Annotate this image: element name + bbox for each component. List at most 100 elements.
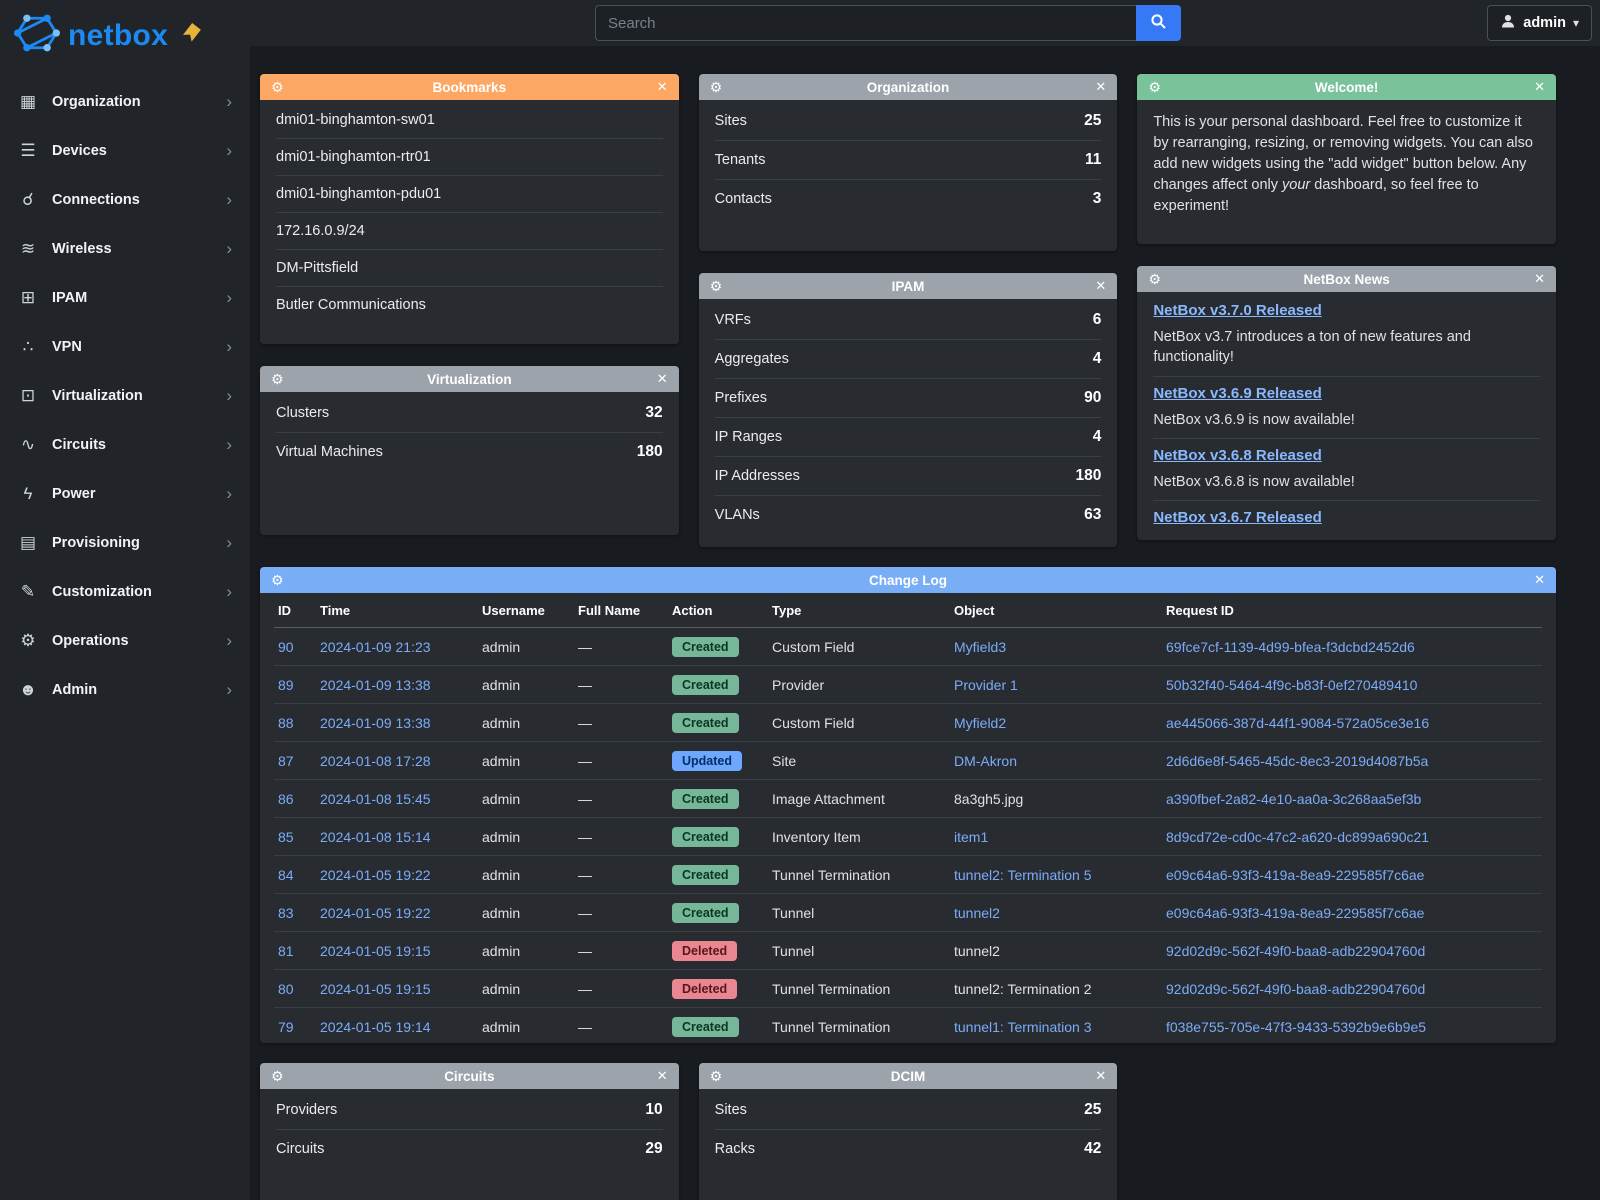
stat-label[interactable]: VLANs xyxy=(715,507,760,523)
close-icon[interactable]: ✕ xyxy=(657,371,668,387)
stat-label[interactable]: Circuits xyxy=(276,1141,324,1157)
ipam-widget-header[interactable]: ⚙ IPAM ✕ xyxy=(699,273,1118,299)
change-request-id-link[interactable]: 69fce7cf-1139-4d99-bfea-f3dcbd2452d6 xyxy=(1166,639,1415,655)
news-link[interactable]: NetBox v3.6.9 Released xyxy=(1153,385,1321,402)
netbox-news-widget-header[interactable]: ⚙ NetBox News ✕ xyxy=(1137,266,1556,292)
bookmark-item[interactable]: DM-Pittsfield xyxy=(276,250,663,287)
close-icon[interactable]: ✕ xyxy=(1095,1068,1106,1084)
change-id-link[interactable]: 89 xyxy=(278,677,294,693)
gear-icon[interactable]: ⚙ xyxy=(271,572,284,589)
change-time-link[interactable]: 2024-01-05 19:14 xyxy=(320,1019,431,1035)
change-request-id-link[interactable]: ae445066-387d-44f1-9084-572a05ce3e16 xyxy=(1166,715,1429,731)
change-request-id-link[interactable]: a390fbef-2a82-4e10-aa0a-3c268aa5ef3b xyxy=(1166,791,1421,807)
sidebar-item-customization[interactable]: ✎ Customization › xyxy=(0,567,250,616)
change-id-link[interactable]: 86 xyxy=(278,791,294,807)
gear-icon[interactable]: ⚙ xyxy=(1148,271,1161,288)
close-icon[interactable]: ✕ xyxy=(1095,278,1106,294)
change-id-link[interactable]: 88 xyxy=(278,715,294,731)
change-id-link[interactable]: 83 xyxy=(278,905,294,921)
sidebar-item-vpn[interactable]: ∴ VPN › xyxy=(0,322,250,371)
news-link[interactable]: NetBox v3.7.0 Released xyxy=(1153,302,1321,319)
changelog-widget-header[interactable]: ⚙ Change Log ✕ xyxy=(260,567,1556,593)
change-id-link[interactable]: 87 xyxy=(278,753,294,769)
stat-label[interactable]: IP Addresses xyxy=(715,468,800,484)
change-id-link[interactable]: 84 xyxy=(278,867,294,883)
change-object[interactable]: tunnel1: Termination 3 xyxy=(954,1019,1092,1035)
change-request-id-link[interactable]: 92d02d9c-562f-49f0-baa8-adb22904760d xyxy=(1166,981,1425,997)
stat-label[interactable]: Sites xyxy=(715,113,747,129)
virtualization-widget-header[interactable]: ⚙ Virtualization ✕ xyxy=(260,366,679,392)
change-object[interactable]: Myfield2 xyxy=(954,715,1006,731)
gear-icon[interactable]: ⚙ xyxy=(710,79,723,96)
bookmarks-widget-header[interactable]: ⚙ Bookmarks ✕ xyxy=(260,74,679,100)
netbox-logo[interactable]: netbox xyxy=(0,0,250,77)
sidebar-item-power[interactable]: ϟ Power › xyxy=(0,469,250,518)
change-time-link[interactable]: 2024-01-05 19:15 xyxy=(320,943,431,959)
dcim-widget-header[interactable]: ⚙ DCIM ✕ xyxy=(699,1063,1118,1089)
change-time-link[interactable]: 2024-01-05 19:22 xyxy=(320,867,431,883)
bookmark-item[interactable]: 172.16.0.9/24 xyxy=(276,213,663,250)
change-time-link[interactable]: 2024-01-09 21:23 xyxy=(320,639,431,655)
sidebar-item-provisioning[interactable]: ▤ Provisioning › xyxy=(0,518,250,567)
search-button[interactable] xyxy=(1136,5,1181,41)
change-request-id-link[interactable]: f038e755-705e-47f3-9433-5392b9e6b9e5 xyxy=(1166,1019,1426,1035)
circuits-widget-header[interactable]: ⚙ Circuits ✕ xyxy=(260,1063,679,1089)
change-object[interactable]: DM-Akron xyxy=(954,753,1017,769)
stat-label[interactable]: Racks xyxy=(715,1141,755,1157)
change-time-link[interactable]: 2024-01-08 15:45 xyxy=(320,791,431,807)
close-icon[interactable]: ✕ xyxy=(657,79,668,95)
sidebar-item-devices[interactable]: ☰ Devices › xyxy=(0,126,250,175)
change-object[interactable]: Provider 1 xyxy=(954,677,1018,693)
sidebar-item-organization[interactable]: ▦ Organization › xyxy=(0,77,250,126)
change-object[interactable]: item1 xyxy=(954,829,988,845)
sidebar-item-virtualization[interactable]: ⊡ Virtualization › xyxy=(0,371,250,420)
stat-label[interactable]: Contacts xyxy=(715,191,772,207)
sidebar-item-connections[interactable]: ☌ Connections › xyxy=(0,175,250,224)
stat-label[interactable]: Virtual Machines xyxy=(276,444,383,460)
stat-label[interactable]: VRFs xyxy=(715,312,751,328)
change-id-link[interactable]: 80 xyxy=(278,981,294,997)
user-menu[interactable]: admin ▾ xyxy=(1487,5,1592,41)
change-object[interactable]: Myfield3 xyxy=(954,639,1006,655)
stat-label[interactable]: Tenants xyxy=(715,152,766,168)
sidebar-item-ipam[interactable]: ⊞ IPAM › xyxy=(0,273,250,322)
gear-icon[interactable]: ⚙ xyxy=(271,1068,284,1085)
close-icon[interactable]: ✕ xyxy=(1534,572,1545,588)
news-link[interactable]: NetBox v3.6.7 Released xyxy=(1153,509,1321,526)
gear-icon[interactable]: ⚙ xyxy=(271,371,284,388)
stat-label[interactable]: Prefixes xyxy=(715,390,767,406)
sidebar-item-circuits[interactable]: ∿ Circuits › xyxy=(0,420,250,469)
change-request-id-link[interactable]: 8d9cd72e-cd0c-47c2-a620-dc899a690c21 xyxy=(1166,829,1429,845)
change-id-link[interactable]: 79 xyxy=(278,1019,294,1035)
change-id-link[interactable]: 85 xyxy=(278,829,294,845)
gear-icon[interactable]: ⚙ xyxy=(710,278,723,295)
change-time-link[interactable]: 2024-01-05 19:22 xyxy=(320,905,431,921)
search-input[interactable] xyxy=(595,5,1136,41)
close-icon[interactable]: ✕ xyxy=(1534,79,1545,95)
change-time-link[interactable]: 2024-01-09 13:38 xyxy=(320,715,431,731)
change-object[interactable]: tunnel2 xyxy=(954,905,1000,921)
change-request-id-link[interactable]: e09c64a6-93f3-419a-8ea9-229585f7c6ae xyxy=(1166,905,1424,921)
bookmark-item[interactable]: dmi01-binghamton-pdu01 xyxy=(276,176,663,213)
sidebar-item-admin[interactable]: ☻ Admin › xyxy=(0,665,250,714)
bookmark-item[interactable]: Butler Communications xyxy=(276,287,663,323)
bookmark-item[interactable]: dmi01-binghamton-sw01 xyxy=(276,102,663,139)
close-icon[interactable]: ✕ xyxy=(1095,79,1106,95)
change-time-link[interactable]: 2024-01-08 15:14 xyxy=(320,829,431,845)
close-icon[interactable]: ✕ xyxy=(657,1068,668,1084)
change-object[interactable]: tunnel2: Termination 5 xyxy=(954,867,1092,883)
stat-label[interactable]: IP Ranges xyxy=(715,429,782,445)
stat-label[interactable]: Providers xyxy=(276,1102,337,1118)
change-request-id-link[interactable]: 2d6d6e8f-5465-45dc-8ec3-2019d4087b5a xyxy=(1166,753,1428,769)
stat-label[interactable]: Clusters xyxy=(276,405,329,421)
change-id-link[interactable]: 81 xyxy=(278,943,294,959)
sidebar-item-wireless[interactable]: ≋ Wireless › xyxy=(0,224,250,273)
news-link[interactable]: NetBox v3.6.8 Released xyxy=(1153,447,1321,464)
sidebar-item-operations[interactable]: ⚙ Operations › xyxy=(0,616,250,665)
change-request-id-link[interactable]: 92d02d9c-562f-49f0-baa8-adb22904760d xyxy=(1166,943,1425,959)
close-icon[interactable]: ✕ xyxy=(1534,271,1545,287)
gear-icon[interactable]: ⚙ xyxy=(271,79,284,96)
welcome-widget-header[interactable]: ⚙ Welcome! ✕ xyxy=(1137,74,1556,100)
change-id-link[interactable]: 90 xyxy=(278,639,294,655)
stat-label[interactable]: Aggregates xyxy=(715,351,789,367)
